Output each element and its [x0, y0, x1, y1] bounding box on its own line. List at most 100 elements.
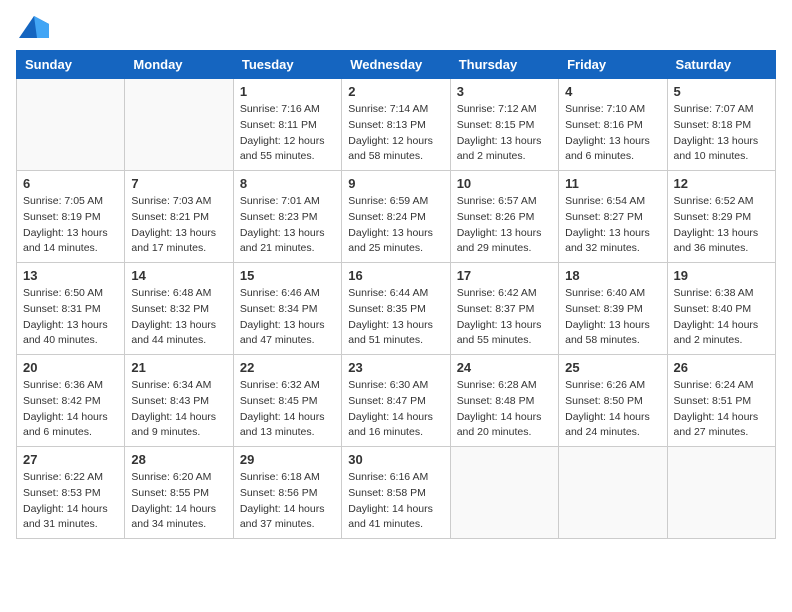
day-number: 18 — [565, 268, 660, 283]
day-info-line: Sunset: 8:16 PM — [565, 119, 643, 131]
day-info-line: Sunrise: 6:36 AM — [23, 379, 103, 391]
day-cell: 17Sunrise: 6:42 AMSunset: 8:37 PMDayligh… — [450, 263, 558, 355]
day-info: Sunrise: 6:46 AMSunset: 8:34 PMDaylight:… — [240, 286, 335, 349]
day-info-line: Sunrise: 6:26 AM — [565, 379, 645, 391]
day-cell: 13Sunrise: 6:50 AMSunset: 8:31 PMDayligh… — [17, 263, 125, 355]
day-info-line: Sunrise: 6:44 AM — [348, 287, 428, 299]
day-info-line: Sunrise: 6:30 AM — [348, 379, 428, 391]
day-cell: 1Sunrise: 7:16 AMSunset: 8:11 PMDaylight… — [233, 79, 341, 171]
day-info: Sunrise: 6:59 AMSunset: 8:24 PMDaylight:… — [348, 194, 443, 257]
day-info-line: Sunset: 8:35 PM — [348, 303, 426, 315]
day-info-line: Sunrise: 6:32 AM — [240, 379, 320, 391]
day-info-line: Sunset: 8:37 PM — [457, 303, 535, 315]
day-number: 26 — [674, 360, 769, 375]
week-row-2: 6 Sunrise: 7:05 AMSunset: 8:19 PMDaylight… — [17, 171, 776, 263]
calendar-header-thursday: Thursday — [450, 51, 558, 79]
day-info: Sunrise: 6:16 AMSunset: 8:58 PMDaylight:… — [348, 470, 443, 533]
day-info-line: Daylight: 14 hours and 24 minutes. — [565, 411, 650, 439]
day-number: 2 — [348, 84, 443, 99]
day-info: Sunrise: 6:40 AMSunset: 8:39 PMDaylight:… — [565, 286, 660, 349]
day-info: Sunrise: 7:05 AMSunset: 8:19 PMDaylight:… — [23, 194, 118, 257]
day-cell: 29Sunrise: 6:18 AMSunset: 8:56 PMDayligh… — [233, 447, 341, 539]
day-info-line: Sunset: 8:56 PM — [240, 487, 318, 499]
day-info: Sunrise: 6:22 AMSunset: 8:53 PMDaylight:… — [23, 470, 118, 533]
day-info-line: Sunset: 8:32 PM — [131, 303, 209, 315]
day-cell: 21Sunrise: 6:34 AMSunset: 8:43 PMDayligh… — [125, 355, 233, 447]
day-cell — [125, 79, 233, 171]
day-info-line: Sunrise: 6:52 AM — [674, 195, 754, 207]
day-info: Sunrise: 6:48 AM Sunset: 8:32 PM Daylight:… — [131, 286, 226, 349]
day-info-line: Sunset: 8:45 PM — [240, 395, 318, 407]
day-info: Sunrise: 7:03 AMSunset: 8:21 PMDaylight:… — [131, 194, 226, 257]
day-info-line: Sunset: 8:13 PM — [348, 119, 426, 131]
day-cell: 16Sunrise: 6:44 AMSunset: 8:35 PMDayligh… — [342, 263, 450, 355]
day-info-line: Daylight: 13 hours and 29 minutes. — [457, 227, 542, 255]
day-info-line: Daylight: 13 hours and 47 minutes. — [240, 319, 325, 347]
day-info-line: Daylight: 13 hours and 44 minutes. — [131, 319, 216, 347]
day-number: 25 — [565, 360, 660, 375]
day-info-line: Daylight: 14 hours and 16 minutes. — [348, 411, 433, 439]
day-info-line: Daylight: 13 hours and 17 minutes. — [131, 227, 216, 255]
day-info: Sunrise: 7:01 AMSunset: 8:23 PMDaylight:… — [240, 194, 335, 257]
day-info-line: Daylight: 14 hours and 2 minutes. — [674, 319, 759, 347]
calendar-header-wednesday: Wednesday — [342, 51, 450, 79]
day-info-line: Sunrise: 6:48 AM — [131, 287, 211, 299]
calendar-body: 1Sunrise: 7:16 AMSunset: 8:11 PMDaylight… — [17, 79, 776, 539]
day-info: Sunrise: 6:52 AMSunset: 8:29 PMDaylight:… — [674, 194, 769, 257]
day-info-line: Daylight: 14 hours and 41 minutes. — [348, 503, 433, 531]
day-info-line: Sunrise: 6:22 AM — [23, 471, 103, 483]
logo-icon — [19, 16, 49, 38]
day-info-line: Sunset: 8:48 PM — [457, 395, 535, 407]
calendar-header-monday: Monday — [125, 51, 233, 79]
day-info: Sunrise: 7:14 AMSunset: 8:13 PMDaylight:… — [348, 102, 443, 165]
day-info: Sunrise: 6:20 AMSunset: 8:55 PMDaylight:… — [131, 470, 226, 533]
day-number: 15 — [240, 268, 335, 283]
week-row-4: 20 Sunrise: 6:36 AMSunset: 8:42 PMDayligh… — [17, 355, 776, 447]
day-cell: 12Sunrise: 6:52 AMSunset: 8:29 PMDayligh… — [667, 171, 775, 263]
day-cell: 23Sunrise: 6:30 AMSunset: 8:47 PMDayligh… — [342, 355, 450, 447]
day-info-line: Sunset: 8:39 PM — [565, 303, 643, 315]
day-info-line: Sunrise: 7:05 AM — [23, 195, 103, 207]
day-info: Sunrise: 6:24 AMSunset: 8:51 PMDaylight:… — [674, 378, 769, 441]
day-info-line: Sunrise: 7:10 AM — [565, 103, 645, 115]
day-info-line: Sunset: 8:40 PM — [674, 303, 752, 315]
day-info-line: Sunset: 8:47 PM — [348, 395, 426, 407]
day-number: 4 — [565, 84, 660, 99]
day-info: Sunrise: 6:57 AMSunset: 8:26 PMDaylight:… — [457, 194, 552, 257]
day-number: 6 — [23, 176, 118, 191]
day-cell: 24Sunrise: 6:28 AMSunset: 8:48 PMDayligh… — [450, 355, 558, 447]
day-cell: 19Sunrise: 6:38 AMSunset: 8:40 PMDayligh… — [667, 263, 775, 355]
day-info-line: Daylight: 14 hours and 27 minutes. — [674, 411, 759, 439]
day-info-line: Daylight: 13 hours and 2 minutes. — [457, 135, 542, 163]
day-info: Sunrise: 7:16 AMSunset: 8:11 PMDaylight:… — [240, 102, 335, 165]
day-info-line: Sunrise: 7:07 AM — [674, 103, 754, 115]
day-info-line: Sunset: 8:31 PM — [23, 303, 101, 315]
calendar-header-sunday: Sunday — [17, 51, 125, 79]
day-info-line: Sunrise: 7:01 AM — [240, 195, 320, 207]
day-info-line: Sunset: 8:27 PM — [565, 211, 643, 223]
day-info-line: Sunrise: 6:46 AM — [240, 287, 320, 299]
day-cell: 8Sunrise: 7:01 AMSunset: 8:23 PMDaylight… — [233, 171, 341, 263]
day-info: Sunrise: 6:36 AMSunset: 8:42 PMDaylight:… — [23, 378, 118, 441]
day-cell: 27 Sunrise: 6:22 AMSunset: 8:53 PMDayligh… — [17, 447, 125, 539]
day-info-line: Sunrise: 7:03 AM — [131, 195, 211, 207]
day-number: 27 — [23, 452, 118, 467]
day-info: Sunrise: 6:30 AM Sunset: 8:47 PM Daylight:… — [348, 378, 443, 441]
day-info: Sunrise: 6:18 AMSunset: 8:56 PMDaylight:… — [240, 470, 335, 533]
calendar-header-saturday: Saturday — [667, 51, 775, 79]
day-number: 20 — [23, 360, 118, 375]
day-info-line: Sunset: 8:23 PM — [240, 211, 318, 223]
day-info: Sunrise: 6:28 AMSunset: 8:48 PMDaylight:… — [457, 378, 552, 441]
day-info-line: Daylight: 14 hours and 31 minutes. — [23, 503, 108, 531]
day-info-line: Sunrise: 6:34 AM — [131, 379, 211, 391]
logo — [16, 16, 49, 38]
day-cell: 10Sunrise: 6:57 AMSunset: 8:26 PMDayligh… — [450, 171, 558, 263]
day-info-line: Sunrise: 6:40 AM — [565, 287, 645, 299]
day-info: Sunrise: 6:42 AMSunset: 8:37 PMDaylight:… — [457, 286, 552, 349]
day-cell: 26 Sunrise: 6:24 AMSunset: 8:51 PMDayligh… — [667, 355, 775, 447]
day-info-line: Daylight: 13 hours and 32 minutes. — [565, 227, 650, 255]
day-info-line: Sunset: 8:50 PM — [565, 395, 643, 407]
day-info-line: Sunset: 8:43 PM — [131, 395, 209, 407]
day-info-line: Daylight: 13 hours and 25 minutes. — [348, 227, 433, 255]
day-info-line: Sunset: 8:15 PM — [457, 119, 535, 131]
